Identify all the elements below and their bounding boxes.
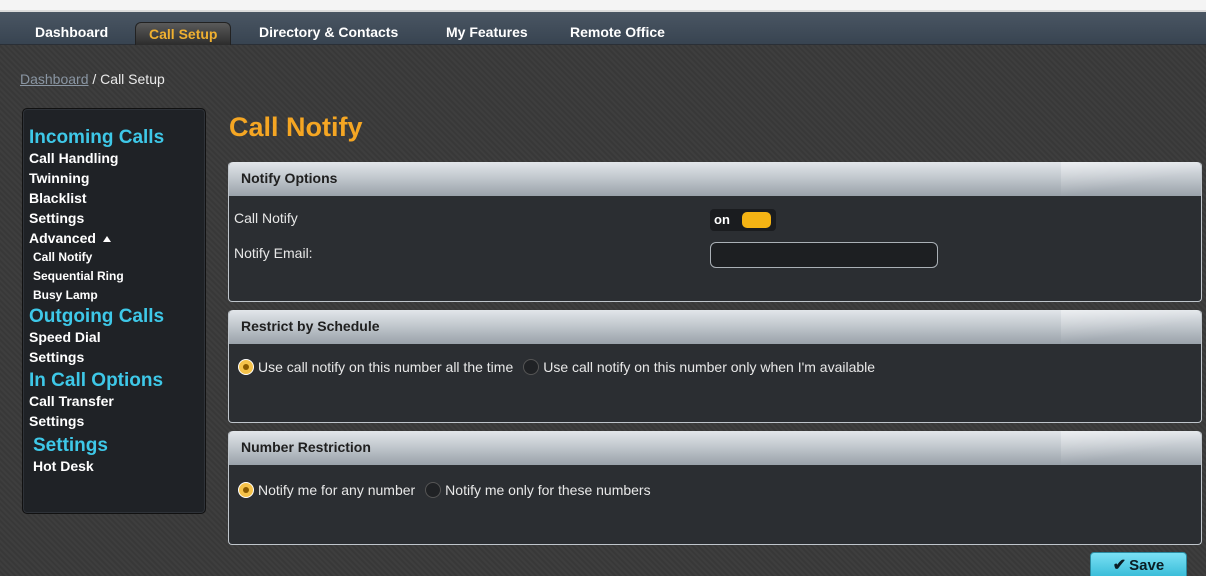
tab-dashboard[interactable]: Dashboard <box>22 20 121 44</box>
breadcrumb: Dashboard / Call Setup <box>20 71 165 87</box>
breadcrumb-dashboard-link[interactable]: Dashboard <box>20 71 89 87</box>
save-button[interactable]: ✔ Save <box>1090 552 1187 576</box>
notify-any-number-radio[interactable] <box>238 482 254 498</box>
sidebar-heading-in-call-options: In Call Options <box>29 370 164 391</box>
sidebar-item-incoming-settings[interactable]: Settings <box>29 208 205 228</box>
sidebar-item-speed-dial[interactable]: Speed Dial <box>29 327 205 347</box>
notify-these-numbers-radio[interactable] <box>425 482 442 498</box>
sidebar-item-hot-desk[interactable]: Hot Desk <box>33 456 205 476</box>
sidebar-heading-outgoing-calls: Outgoing Calls <box>29 306 165 327</box>
sidebar-item-outgoing-settings[interactable]: Settings <box>29 347 205 367</box>
sidebar-subitem-sequential-ring[interactable]: Sequential Ring <box>29 267 205 286</box>
sidebar-subitem-busy-lamp[interactable]: Busy Lamp <box>29 286 205 305</box>
breadcrumb-separator: / <box>88 71 101 87</box>
sidebar-item-incall-settings[interactable]: Settings <box>29 411 205 431</box>
number-restriction-header: Number Restriction <box>229 431 1201 465</box>
schedule-all-time-radio[interactable] <box>238 359 254 375</box>
checkmark-icon: ✔ <box>1112 557 1127 574</box>
triangle-up-icon <box>102 236 111 242</box>
notify-email-label: Notify Email: <box>234 245 313 261</box>
sidebar-heading-incoming-calls: Incoming Calls <box>29 127 165 148</box>
call-notify-toggle[interactable]: on <box>710 209 776 231</box>
notify-options-panel: Notify Options Call Notify on Notify Ema… <box>228 162 1202 302</box>
sidebar-item-twinning[interactable]: Twinning <box>29 168 205 188</box>
call-notify-label: Call Notify <box>234 210 298 226</box>
sidebar-heading-settings: Settings <box>33 435 108 456</box>
toggle-state-text: on <box>714 212 730 227</box>
tab-directory-contacts[interactable]: Directory & Contacts <box>246 20 411 44</box>
sidebar-subitem-call-notify[interactable]: Call Notify <box>29 248 205 267</box>
breadcrumb-current: Call Setup <box>100 71 165 87</box>
sidebar-item-advanced-label: Advanced <box>29 230 96 246</box>
sidebar-item-advanced[interactable]: Advanced <box>29 228 205 248</box>
notify-options-header: Notify Options <box>229 162 1201 196</box>
tab-remote-office[interactable]: Remote Office <box>557 20 678 44</box>
schedule-all-time-label[interactable]: Use call notify on this number all the t… <box>258 359 513 375</box>
sidebar: Incoming Calls Call Handling Twinning Bl… <box>22 108 206 514</box>
notify-these-numbers-label[interactable]: Notify me only for these numbers <box>445 482 650 498</box>
sidebar-item-blacklist[interactable]: Blacklist <box>29 188 205 208</box>
schedule-when-available-label[interactable]: Use call notify on this number only when… <box>543 359 875 375</box>
toggle-knob <box>742 212 771 228</box>
schedule-when-available-radio[interactable] <box>523 359 540 375</box>
page-title: Call Notify <box>229 112 363 142</box>
number-restriction-panel: Number Restriction Notify me for any num… <box>228 431 1202 545</box>
save-button-label: Save <box>1129 557 1165 574</box>
notify-email-input[interactable] <box>710 242 938 268</box>
tab-my-features[interactable]: My Features <box>433 20 541 44</box>
notify-any-number-label[interactable]: Notify me for any number <box>258 482 415 498</box>
sidebar-item-call-handling[interactable]: Call Handling <box>29 148 205 168</box>
restrict-schedule-header: Restrict by Schedule <box>229 310 1201 344</box>
restrict-schedule-panel: Restrict by Schedule Use call notify on … <box>228 310 1202 423</box>
top-navigation: Dashboard Call Setup Directory & Contact… <box>0 0 1206 45</box>
sidebar-item-call-transfer[interactable]: Call Transfer <box>29 391 205 411</box>
tab-call-setup[interactable]: Call Setup <box>135 22 232 45</box>
